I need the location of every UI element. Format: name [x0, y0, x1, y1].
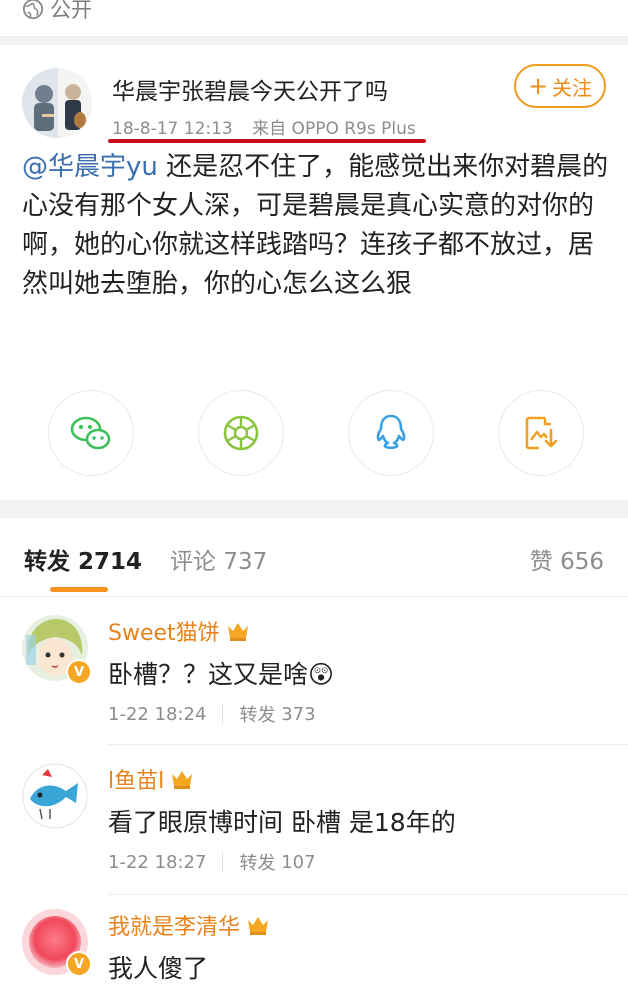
wechat-icon — [70, 416, 111, 450]
tab-count: 656 — [560, 549, 604, 575]
member-crown-icon — [172, 771, 193, 789]
repost-label[interactable]: 转发 — [239, 701, 275, 727]
member-crown-icon — [248, 917, 269, 935]
verified-badge-icon: V — [66, 659, 92, 685]
repost-time: 1-22 18:24 — [108, 703, 207, 725]
author-avatar[interactable] — [22, 68, 92, 138]
active-tab-indicator — [50, 587, 108, 592]
separator — [222, 852, 224, 872]
commenter-name[interactable]: 我就是李清华 — [108, 909, 240, 941]
list-item[interactable]: V 我就是李清华 我人傻了 — [0, 895, 628, 1000]
wechat-share-button[interactable] — [48, 390, 134, 476]
moments-share-button[interactable] — [198, 390, 284, 476]
repost-count: 373 — [281, 703, 316, 725]
visibility-bar: 公开 — [0, 0, 628, 37]
commenter-name-row[interactable]: l鱼苗l — [108, 763, 194, 795]
commenter-name-row[interactable]: 我就是李清华 — [108, 909, 270, 941]
repost-text: 卧槽？？这又是啥😲 — [108, 660, 335, 689]
repost-label[interactable]: 转发 — [239, 849, 275, 875]
post-content: @华晨宇yu 还是忍不住了，能感觉出来你对碧晨的心没有那个女人深，可是碧晨是真心… — [22, 148, 612, 304]
follow-label: 关注 — [552, 75, 593, 100]
section-gap — [0, 500, 628, 518]
visibility-indicator: 公开 — [22, 0, 92, 24]
avatar[interactable] — [22, 763, 88, 829]
interaction-tabs: 转发 2714 评论 737 赞 656 — [0, 518, 628, 597]
repost-meta: 1-22 18:24 转发 373 — [108, 701, 316, 727]
moments-icon — [223, 415, 259, 451]
list-item[interactable]: l鱼苗l 看了眼原博时间 卧槽 是18年的 1-22 18:27 转发 107 — [0, 745, 628, 895]
list-item[interactable]: V Sweet猫饼 卧槽？？这又是啥😲 1-22 18:24 转发 373 — [0, 597, 628, 745]
tab-label: 赞 — [529, 549, 553, 575]
tab-label: 评论 — [170, 549, 216, 575]
commenter-name[interactable]: l鱼苗l — [108, 763, 164, 795]
repost-meta: 1-22 18:27 转发 107 — [108, 849, 316, 875]
member-crown-icon — [227, 623, 248, 641]
verified-badge-icon: V — [66, 951, 92, 977]
repost-text: 我人傻了 — [108, 954, 209, 983]
commenter-name[interactable]: Sweet猫饼 — [108, 615, 220, 647]
repost-count: 107 — [281, 851, 316, 873]
section-gap — [0, 37, 628, 45]
post-time: 18-8-17 12:13 — [112, 119, 233, 139]
follow-button[interactable]: + 关注 — [514, 64, 606, 108]
post-source: 来自 OPPO R9s Plus — [252, 119, 416, 139]
globe-icon — [22, 0, 44, 20]
mention-link[interactable]: @华晨宇yu — [22, 152, 158, 182]
tab-label: 转发 — [24, 549, 70, 575]
save-image-icon — [525, 416, 558, 450]
share-row — [0, 390, 628, 480]
plus-icon: + — [527, 72, 549, 100]
author-name[interactable]: 华晨宇张碧晨今天公开了吗 — [112, 72, 388, 106]
separator — [222, 704, 224, 724]
post-meta: 18-8-17 12:13 来自 OPPO R9s Plus — [112, 114, 430, 139]
tab-likes[interactable]: 赞 656 — [530, 542, 604, 576]
red-underline-annotation — [108, 139, 426, 143]
commenter-name-row[interactable]: Sweet猫饼 — [108, 615, 250, 647]
tab-count: 737 — [223, 549, 268, 575]
save-image-share-button[interactable] — [498, 390, 584, 476]
tab-count: 2714 — [78, 549, 143, 575]
tab-comments[interactable]: 评论 737 — [170, 542, 267, 576]
tab-reposts[interactable]: 转发 2714 — [24, 542, 142, 576]
repost-time: 1-22 18:27 — [108, 851, 207, 873]
qq-icon — [376, 414, 406, 450]
visibility-label: 公开 — [50, 0, 92, 22]
qq-share-button[interactable] — [348, 390, 434, 476]
repost-text: 看了眼原博时间 卧槽 是18年的 — [108, 808, 456, 837]
